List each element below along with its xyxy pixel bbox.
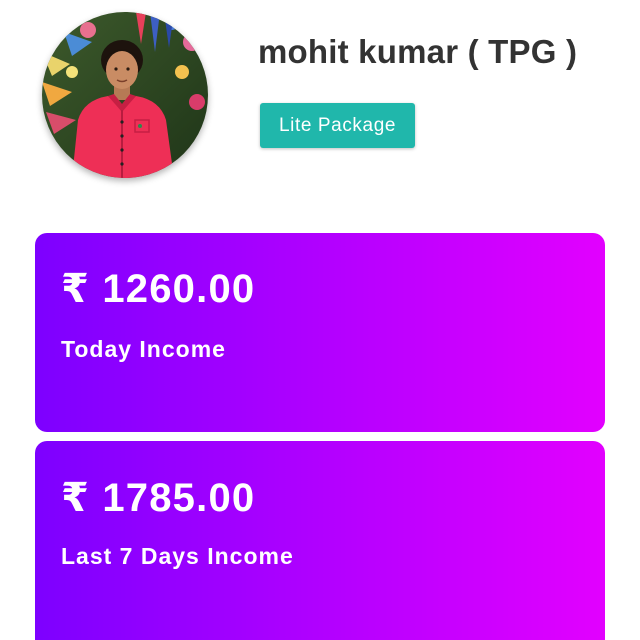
last-7-days-income-amount: ₹ 1785.00 — [61, 476, 256, 520]
last-7-days-income-card[interactable]: ₹ 1785.00 Last 7 Days Income — [35, 441, 605, 640]
user-name: mohit kumar ( TPG ) — [258, 33, 578, 70]
profile-dashboard: mohit kumar ( TPG ) Lite Package ₹ 1260.… — [0, 0, 640, 640]
today-income-label: Today Income — [61, 336, 226, 362]
profile-photo-icon — [42, 12, 208, 178]
last-7-days-income-label: Last 7 Days Income — [61, 543, 294, 569]
package-badge[interactable]: Lite Package — [260, 103, 415, 148]
today-income-card[interactable]: ₹ 1260.00 Today Income — [35, 233, 605, 432]
avatar[interactable] — [42, 12, 208, 178]
today-income-amount: ₹ 1260.00 — [61, 267, 256, 311]
